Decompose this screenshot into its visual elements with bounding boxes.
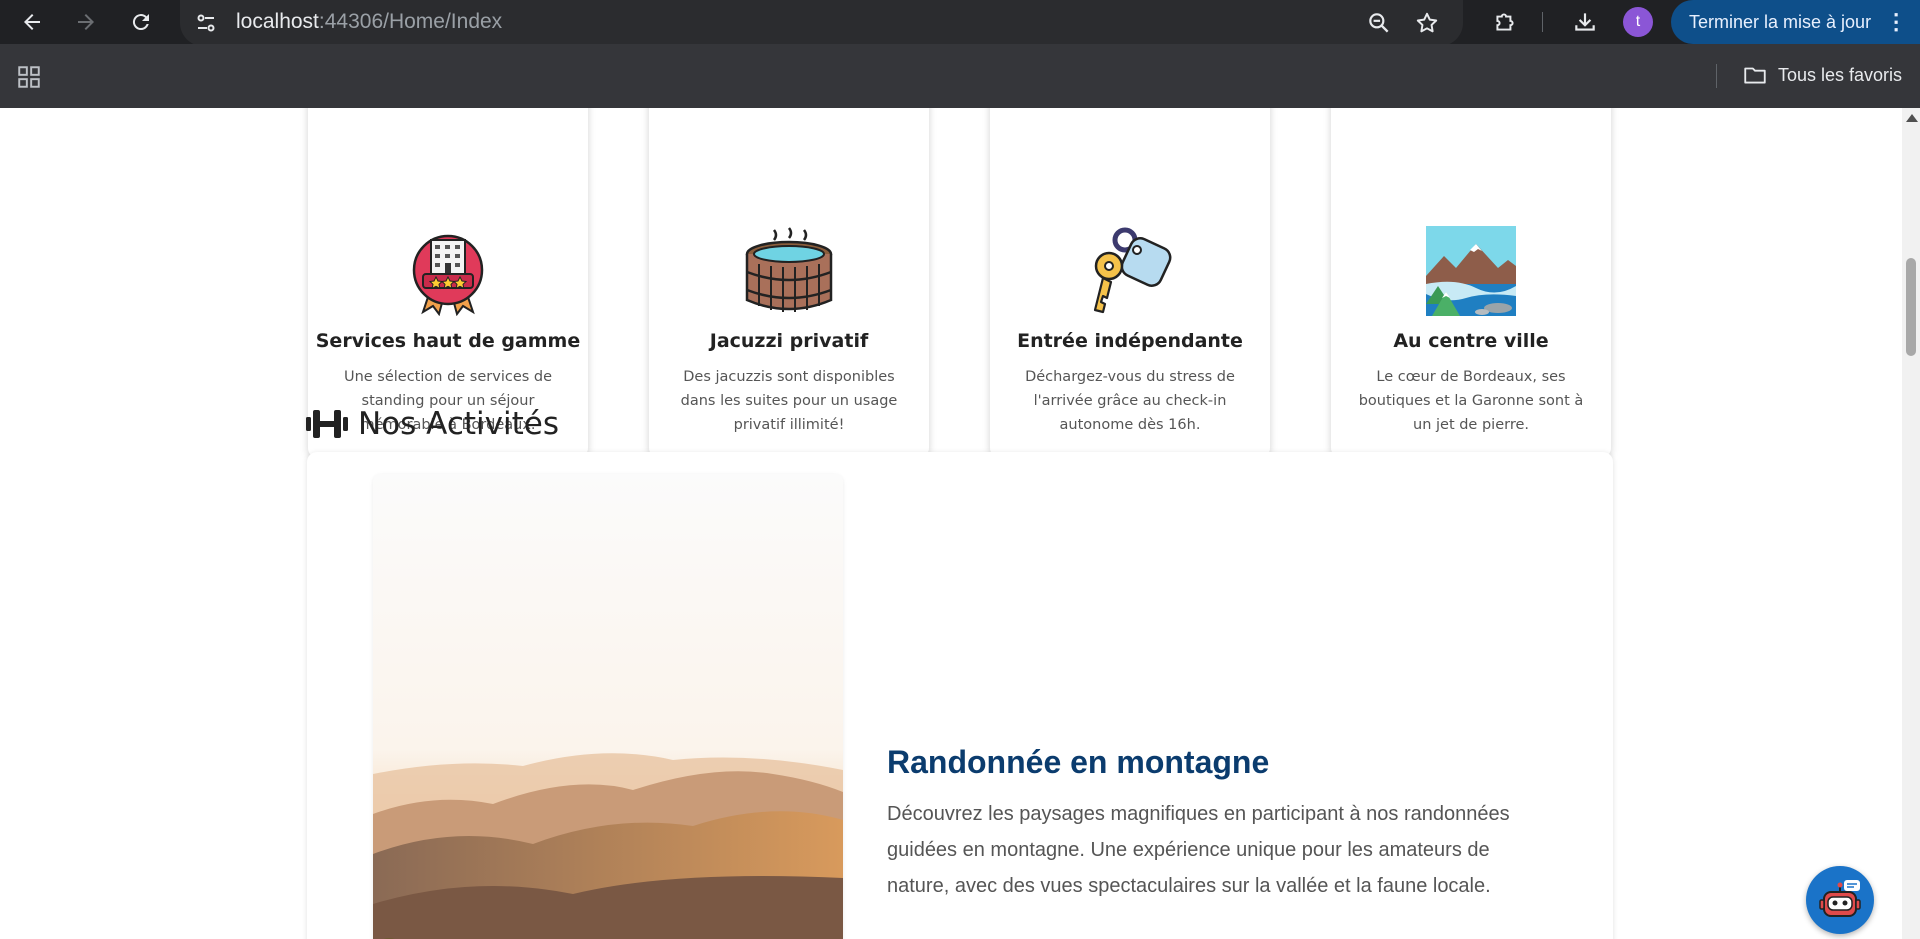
bookmarks-divider — [1716, 64, 1717, 88]
site-settings-icon[interactable] — [194, 11, 218, 35]
profile-avatar[interactable]: t — [1623, 7, 1653, 37]
download-icon — [1575, 13, 1595, 31]
dumbbell-icon — [306, 410, 348, 438]
browser-toolbar: localhost:44306/Home/Index t Terminer la… — [0, 0, 1920, 46]
feature-title: Entrée indépendante — [1017, 330, 1243, 352]
star-icon — [1416, 12, 1438, 33]
toolbar-divider — [1542, 12, 1543, 32]
bookmark-star-button[interactable] — [1414, 10, 1440, 36]
chatbot-button[interactable] — [1806, 866, 1874, 934]
section-title: Nos Activités — [358, 406, 559, 442]
more-menu-icon[interactable]: ⋮ — [1885, 9, 1907, 35]
feature-title: Jacuzzi privatif — [709, 330, 869, 352]
feature-title: Au centre ville — [1393, 330, 1549, 352]
feature-card: Au centre ville Le cœur de Bordeaux, ses… — [1331, 108, 1611, 458]
feature-text: Déchargez-vous du stress de l'arrivée gr… — [1025, 369, 1235, 433]
feature-card: Entrée indépendante Déchargez-vous du st… — [990, 108, 1270, 458]
mountain-sunset-image — [373, 474, 843, 939]
feature-text: Des jacuzzis sont disponibles dans les s… — [680, 369, 898, 433]
page-viewport: Services haut de gamme Une sélection de … — [0, 108, 1920, 939]
zoom-out-icon — [1369, 13, 1389, 33]
extensions-button[interactable] — [1491, 8, 1519, 36]
url-text[interactable]: localhost:44306/Home/Index — [236, 10, 502, 34]
avatar-letter: t — [1635, 13, 1641, 30]
downloads-button[interactable] — [1571, 8, 1599, 36]
activity-title: Randonnée en montagne — [887, 744, 1270, 780]
landscape-icon — [1426, 226, 1516, 316]
robot-chat-icon — [1819, 880, 1861, 917]
feature-text: Le cœur de Bordeaux, ses boutiques et la… — [1358, 369, 1584, 433]
update-label: Terminer la mise à jour — [1689, 11, 1872, 32]
address-bar[interactable]: localhost:44306/Home/Index — [180, 0, 1463, 46]
feature-card: Jacuzzi privatif Des jacuzzis sont dispo… — [649, 108, 929, 458]
arrow-right-icon — [78, 14, 94, 30]
activity-photo — [373, 474, 843, 939]
activity-description: Découvrez les paysages magnifiques en pa… — [887, 803, 1510, 897]
url-host: localhost — [236, 10, 319, 33]
url-path: :44306/Home/Index — [318, 10, 503, 33]
keys-icon — [1093, 227, 1172, 314]
activity-card: Randonnée en montagne Découvrez les pays… — [307, 452, 1613, 939]
puzzle-icon — [1496, 13, 1514, 31]
favorites-label: Tous les favoris — [1778, 64, 1903, 85]
arrow-left-icon — [24, 14, 40, 30]
award-building-icon — [412, 234, 484, 316]
scroll-up-arrow[interactable] — [1906, 114, 1918, 122]
zoom-button[interactable] — [1366, 10, 1392, 36]
forward-button[interactable] — [70, 6, 102, 38]
all-bookmarks-folder[interactable]: Tous les favoris — [1742, 62, 1902, 88]
reload-icon — [132, 14, 149, 31]
apps-grid-icon[interactable] — [16, 64, 42, 90]
scroll-thumb[interactable] — [1906, 258, 1916, 356]
folder-icon — [1744, 67, 1766, 84]
feature-title: Services haut de gamme — [315, 330, 581, 352]
hot-tub-icon — [745, 227, 833, 312]
bookmarks-bar: Tous les favoris — [0, 44, 1920, 108]
activities-heading: Nos Activités — [306, 406, 559, 442]
back-button[interactable] — [16, 6, 48, 38]
finish-update-button[interactable]: Terminer la mise à jour ⋮ — [1671, 0, 1920, 44]
page-scrollbar[interactable] — [1902, 108, 1920, 939]
reload-button[interactable] — [125, 6, 157, 38]
